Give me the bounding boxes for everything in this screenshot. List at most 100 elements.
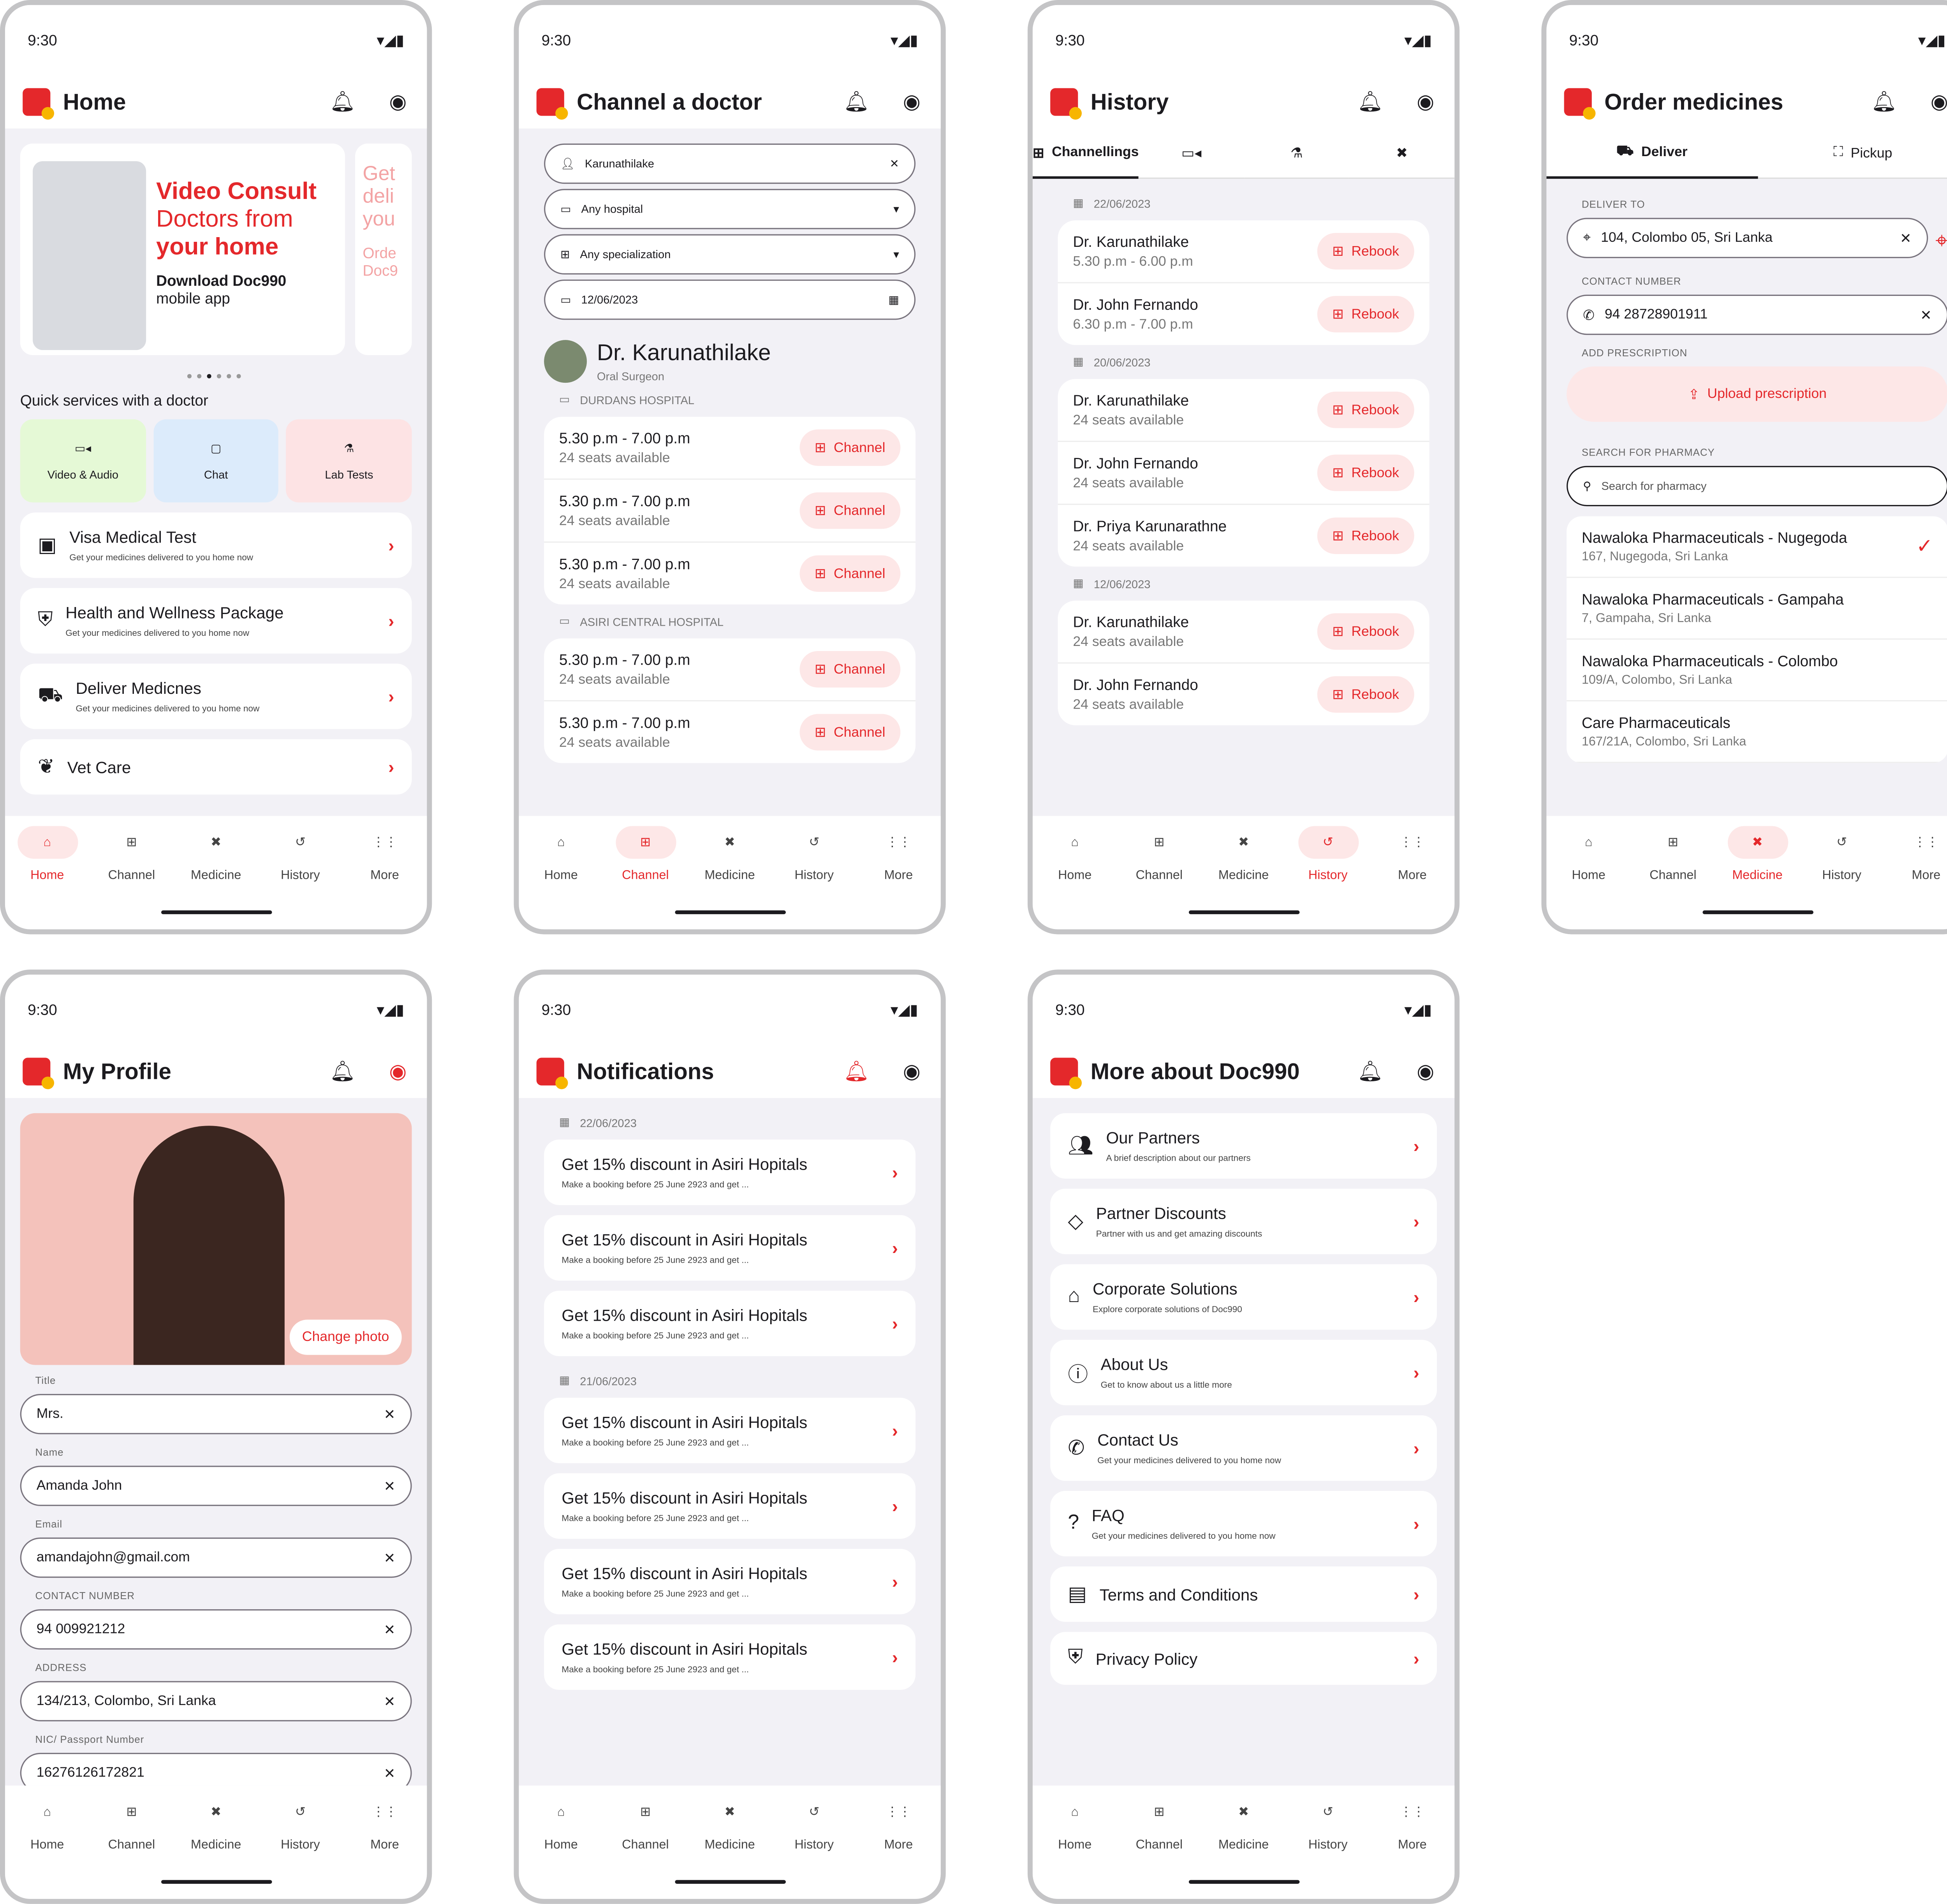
close-icon[interactable]: ✕ [384, 1765, 396, 1781]
close-icon[interactable]: ✕ [384, 1478, 396, 1494]
account-icon[interactable]: ◉ [900, 1060, 923, 1083]
bell-icon[interactable]: 🔔︎ [843, 1060, 869, 1083]
nic-field[interactable]: 16276126172821 ✕ [20, 1753, 412, 1786]
video-audio-button[interactable]: ▭◂ Video & Audio [20, 419, 146, 503]
nav-home[interactable]: ⌂ Home [523, 1796, 599, 1899]
contact-us-item[interactable]: ✆ Contact Us Get your medicines delivered … [1050, 1415, 1437, 1481]
upload-prescription-button[interactable]: ⇪ Upload prescription [1567, 366, 1947, 422]
channel-button[interactable]: ⊞ Channel [799, 714, 901, 751]
bell-icon[interactable]: 🔔︎ [330, 1060, 356, 1083]
nav-home[interactable]: ⌂ Home [9, 1796, 85, 1899]
vet-care-card[interactable]: ❦ Vet Care › [20, 739, 412, 795]
channel-button[interactable]: ⊞ Channel [799, 429, 901, 466]
nav-history[interactable]: ↺ History [1290, 1796, 1366, 1899]
change-photo-button[interactable]: Change photo [289, 1320, 402, 1355]
tab-video[interactable]: ▭◂ [1139, 128, 1244, 179]
rebook-button[interactable]: ⊞ Rebook [1317, 233, 1414, 270]
promo-banner-next[interactable]: Get deli you Orde Doc9 [355, 143, 412, 355]
doctor-search-field[interactable]: 👤︎ Karunathilake ✕ [544, 143, 916, 184]
account-icon[interactable]: ◉ [1928, 91, 1947, 113]
nav-more[interactable]: ⋮⋮ More [1375, 826, 1450, 929]
account-icon[interactable]: ◉ [900, 91, 923, 113]
rebook-button[interactable]: ⊞ Rebook [1317, 613, 1414, 650]
email-field[interactable]: amandajohn@gmail.com ✕ [20, 1537, 412, 1578]
specialization-select[interactable]: ⊞ Any specialization ▾ [544, 234, 916, 275]
nav-channel[interactable]: ⊞ Channel [94, 1796, 169, 1899]
bell-icon[interactable]: 🔔︎ [1357, 91, 1383, 113]
about-us-item[interactable]: ⓘ About Us Get to know about us a little m… [1050, 1339, 1437, 1406]
nav-home[interactable]: ⌂ Home [9, 826, 85, 929]
account-icon[interactable]: ◉ [1414, 91, 1437, 113]
calendar-icon[interactable]: ▦ [889, 293, 900, 307]
title-field[interactable]: Mrs. ✕ [20, 1394, 412, 1434]
tab-lab[interactable]: ⚗ [1244, 128, 1350, 179]
nav-more[interactable]: ⋮⋮ More [861, 826, 936, 929]
nav-home[interactable]: ⌂ Home [1037, 826, 1113, 929]
date-field[interactable]: ▭ 12/06/2023 ▦ [544, 279, 916, 320]
nav-channel[interactable]: ⊞ Channel [94, 826, 169, 929]
contact-field[interactable]: ✆ 94 28728901911 ✕ [1567, 294, 1947, 335]
notification-item[interactable]: Get 15% discount in Asiri Hopitals Make a… [544, 1215, 916, 1281]
close-icon[interactable]: ✕ [1900, 230, 1912, 246]
nav-history[interactable]: ↺ History [776, 826, 852, 929]
rebook-button[interactable]: ⊞ Rebook [1317, 676, 1414, 713]
notification-item[interactable]: Get 15% discount in Asiri Hopitals Make a… [544, 1290, 916, 1357]
nav-channel[interactable]: ⊞ Channel [607, 826, 683, 929]
nav-home[interactable]: ⌂ Home [1037, 1796, 1113, 1899]
gps-icon[interactable]: ⌖ [1935, 227, 1947, 254]
tab-deliver[interactable]: ⛟ Deliver [1546, 128, 1758, 179]
nav-more[interactable]: ⋮⋮ More [1375, 1796, 1450, 1899]
channel-button[interactable]: ⊞ Channel [799, 651, 901, 688]
nav-home[interactable]: ⌂ Home [523, 826, 599, 929]
account-icon[interactable]: ◉ [1414, 1060, 1437, 1083]
nav-history[interactable]: ↺ History [262, 1796, 338, 1899]
tab-pickup[interactable]: ⛶ Pickup [1757, 128, 1947, 179]
nav-history[interactable]: ↺ History [262, 826, 338, 929]
nav-more[interactable]: ⋮⋮ More [347, 826, 422, 929]
corporate-solutions-item[interactable]: ⌂ Corporate Solutions Explore corporate so… [1050, 1264, 1437, 1330]
promo-banner[interactable]: Video Consult Doctors from your home Dow… [20, 143, 345, 355]
nav-channel[interactable]: ⊞ Channel [1121, 1796, 1197, 1899]
nav-more[interactable]: ⋮⋮ More [347, 1796, 422, 1899]
deliver-medicines-card[interactable]: ⛟ Deliver Medicnes Get your medicines deli… [20, 663, 412, 729]
rebook-button[interactable]: ⊞ Rebook [1317, 454, 1414, 491]
close-icon[interactable]: ✕ [384, 1621, 396, 1638]
nav-more[interactable]: ⋮⋮ More [861, 1796, 936, 1899]
our-partners-item[interactable]: 👥︎ Our Partners A brief description about … [1050, 1113, 1437, 1179]
nav-history[interactable]: ↺ History [776, 1796, 852, 1899]
rebook-button[interactable]: ⊞ Rebook [1317, 296, 1414, 333]
nav-channel[interactable]: ⊞ Channel [1121, 826, 1197, 929]
faq-item[interactable]: ? FAQ Get your medicines delivered to you … [1050, 1491, 1437, 1557]
address-field[interactable]: 134/213, Colombo, Sri Lanka ✕ [20, 1681, 412, 1721]
account-icon[interactable]: ◉ [387, 1060, 409, 1083]
bell-icon[interactable]: 🔔︎ [1871, 91, 1897, 113]
channel-button[interactable]: ⊞ Channel [799, 492, 901, 529]
bell-icon[interactable]: 🔔︎ [1357, 1060, 1383, 1083]
channel-button[interactable]: ⊞ Channel [799, 555, 901, 592]
close-icon[interactable]: ✕ [384, 1693, 396, 1709]
rebook-button[interactable]: ⊞ Rebook [1317, 391, 1414, 428]
pharmacy-item[interactable]: Nawaloka Pharmaceuticals - Nugegoda 167, … [1567, 516, 1947, 578]
promo-carousel[interactable]: Video Consult Doctors from your home Dow… [20, 143, 412, 355]
close-icon[interactable]: ✕ [384, 1549, 396, 1566]
notification-item[interactable]: Get 15% discount in Asiri Hopitals Make a… [544, 1473, 916, 1539]
nav-history[interactable]: ↺ History [1290, 826, 1366, 929]
notification-item[interactable]: Get 15% discount in Asiri Hopitals Make a… [544, 1549, 916, 1614]
nav-history[interactable]: ↺ History [1804, 826, 1880, 929]
nav-more[interactable]: ⋮⋮ More [1888, 826, 1947, 929]
notification-item[interactable]: Get 15% discount in Asiri Hopitals Make a… [544, 1397, 916, 1463]
account-icon[interactable]: ◉ [387, 91, 409, 113]
carousel-dots[interactable]: ●●●●●● [20, 370, 412, 382]
tab-channellings[interactable]: ⊞ Channellings [1032, 128, 1139, 179]
close-icon[interactable]: ✕ [890, 157, 899, 171]
close-icon[interactable]: ✕ [1920, 306, 1932, 323]
name-field[interactable]: Amanda John ✕ [20, 1466, 412, 1506]
tab-medicine[interactable]: ✖ [1349, 128, 1455, 179]
pharmacy-item[interactable]: Care Pharmaceuticals 167/21A, Colombo, Sr… [1567, 701, 1947, 763]
pharmacy-item[interactable]: Nawaloka Pharmaceuticals - Gampaha 7, Gam… [1567, 578, 1947, 640]
notification-item[interactable]: Get 15% discount in Asiri Hopitals Make a… [544, 1139, 916, 1205]
terms-item[interactable]: ▤ Terms and Conditions › [1050, 1566, 1437, 1622]
partner-discounts-item[interactable]: ◇ Partner Discounts Partner with us and ge… [1050, 1188, 1437, 1255]
contact-field[interactable]: 94 009921212 ✕ [20, 1609, 412, 1650]
visa-medical-card[interactable]: ▣ Visa Medical Test Get your medicines del… [20, 512, 412, 578]
